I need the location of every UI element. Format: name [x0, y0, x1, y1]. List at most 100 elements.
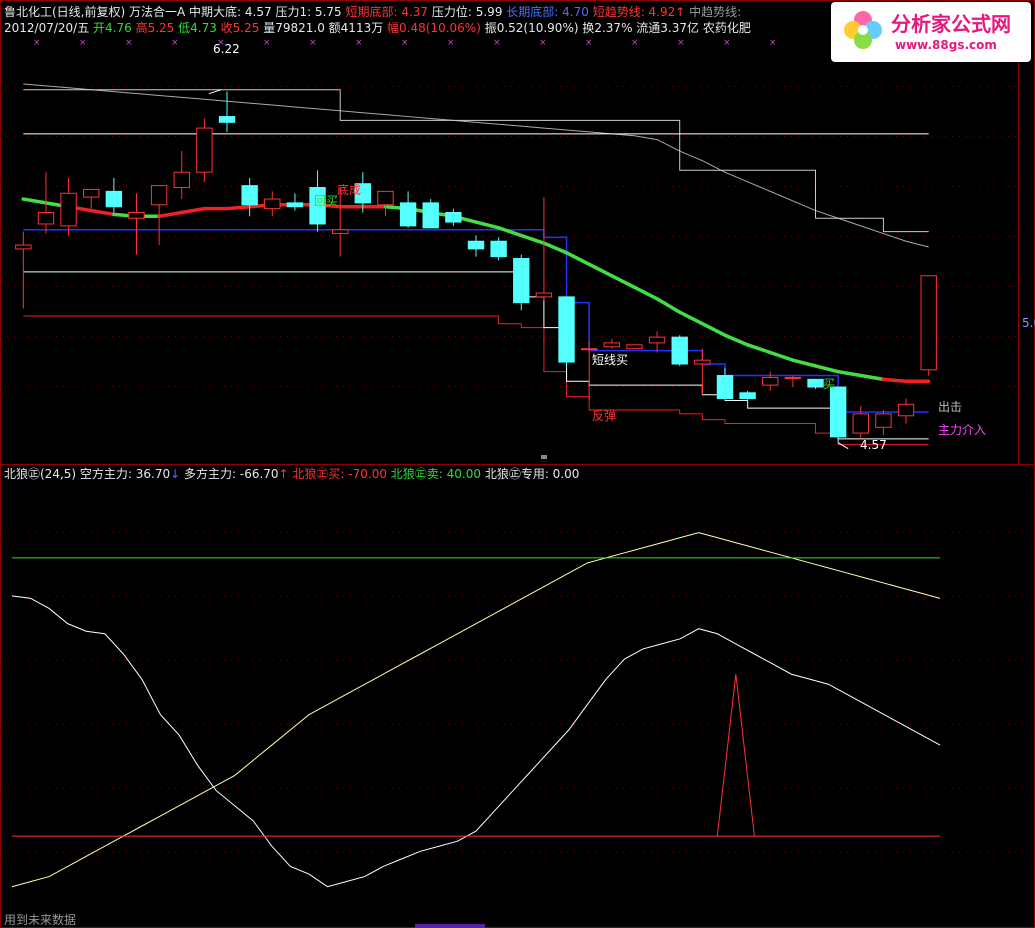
- candle-body-down: [671, 336, 688, 365]
- candle-body-up: [626, 344, 643, 350]
- indicator-header-seg-4: ↑: [278, 467, 289, 481]
- price-header-line-2: 2012/07/20/五 开4.76 高5.25 低4.73 收5.25 量79…: [4, 20, 751, 36]
- price-header-line-1: 鲁北化工(日线,前复权) 万法合一A 中期大底: 4.57 压力1: 5.75 …: [4, 4, 741, 20]
- marker-x: ×: [677, 38, 685, 48]
- ma-trend-segment: [655, 297, 682, 314]
- ma-trend-segment: [610, 274, 637, 290]
- label-mai: 买: [823, 377, 836, 391]
- scroll-indicator: [415, 924, 485, 928]
- candle-body-down: [829, 386, 847, 438]
- candle-body-up: [377, 190, 394, 206]
- ma-trend-segment: [180, 206, 207, 215]
- indicator-header-seg-6: 北狼㊣卖: 40.00: [386, 467, 481, 481]
- header-line1-seg-0: 鲁北化工(日线,前复权): [4, 5, 126, 19]
- ma-trend-segment: [813, 364, 840, 374]
- marker-x: ×: [447, 38, 455, 48]
- candle-body-down: [490, 240, 507, 258]
- indicator-header-seg-2: ↓: [170, 467, 181, 481]
- candle-body-up: [173, 171, 190, 189]
- chart-canvas: × × × × × × × × × × × × × × × × ×: [0, 0, 1035, 928]
- header-line2-seg-3: 低4.73: [174, 21, 217, 35]
- label-fantan: 反弹: [592, 409, 617, 423]
- header-line2-seg-0: 2012/07/20/五: [4, 21, 90, 35]
- candle-body-up: [875, 413, 892, 428]
- header-line2-seg-6: 额4113万: [324, 21, 384, 35]
- ma-trend-segment: [836, 369, 863, 378]
- candle-body-down: [399, 202, 417, 227]
- ma-trend-segment: [542, 241, 569, 255]
- candle-body-up: [37, 211, 55, 225]
- header-line1-seg-8: ↑: [675, 5, 686, 19]
- candle-body-down: [558, 296, 575, 363]
- logo-title: 分析家公式网: [891, 12, 1011, 36]
- candle-body-down: [286, 202, 304, 208]
- indicator-header: 北狼㊣(24,5) 空方主力: 36.70↓ 多方主力: -66.70↑ 北狼㊣…: [4, 466, 579, 482]
- candle-body-up: [648, 336, 666, 344]
- candle-body-down: [445, 211, 462, 223]
- ma-trend-segment: [632, 285, 659, 301]
- header-line2-seg-11: 农药化肥: [699, 21, 751, 35]
- marker-x: ×: [401, 38, 409, 48]
- label-huimai: 回买: [314, 194, 339, 208]
- candle-body-up: [83, 188, 100, 198]
- header-line2-seg-4: 收5.25: [216, 21, 260, 35]
- ma-trend-segment: [881, 377, 908, 384]
- ma-trend-segment: [157, 210, 184, 219]
- ma-trend-segment: [768, 350, 795, 362]
- marker-x: ×: [631, 38, 639, 48]
- indicator-header-seg-7: 北狼㊣专用: 0.00: [481, 467, 580, 481]
- marker-x: ×: [355, 38, 363, 48]
- candle-body-up: [694, 359, 711, 365]
- candle-body-up: [784, 376, 802, 379]
- ma-trend-segment: [89, 208, 116, 217]
- label-duanxianmai: 短线买: [592, 353, 629, 367]
- indicator-series-1: [11, 532, 941, 888]
- low-price-label: 4.57: [860, 438, 887, 452]
- marker-x: ×: [539, 38, 547, 48]
- candle-body-down: [807, 378, 824, 388]
- logo-url: www.88gs.com: [895, 38, 997, 52]
- header-line2-seg-1: 开4.76: [89, 21, 132, 35]
- header-line2-seg-9: 换2.37%: [578, 21, 633, 35]
- ma-trend-segment: [859, 373, 886, 382]
- indicator-series-0: [11, 595, 941, 888]
- header-line1-seg-4: 短期底部: 4.37: [341, 5, 429, 19]
- flower-icon: [844, 11, 882, 49]
- high-pointer: [208, 89, 222, 95]
- header-line2-seg-2: 高5.25: [131, 21, 175, 35]
- marker-x: ×: [33, 38, 41, 48]
- header-line2-seg-5: 量79821.0: [259, 21, 325, 35]
- candle-body-down: [467, 240, 485, 250]
- high-price-label: 6.22: [213, 42, 240, 56]
- header-line1-seg-9: 中趋势线:: [685, 5, 742, 19]
- candle-body-down: [716, 375, 734, 400]
- candle-body-down: [513, 258, 530, 304]
- marker-x: ×: [769, 38, 777, 48]
- label-zhulijieru: 主力介入: [938, 423, 987, 437]
- candle-body-down: [218, 116, 236, 123]
- header-line1-seg-6: 长期底部: 4.70: [502, 5, 589, 19]
- header-line2-seg-7: 幅0.48(10.06%): [383, 21, 481, 35]
- footer-note: 用到未来数据: [4, 913, 77, 927]
- site-logo: 分析家公式网 www.88gs.com: [831, 2, 1031, 62]
- header-line2-seg-8: 振0.52(10.90%): [480, 21, 579, 35]
- candle-body-down: [739, 392, 756, 400]
- candle-body-up: [196, 127, 213, 173]
- indicator-buy-spike: [716, 674, 755, 837]
- label-chuji: 出击: [938, 400, 963, 414]
- header-line1-seg-1: 万法合一A: [125, 5, 186, 19]
- indicator-header-seg-3: 多方主力: -66.70: [180, 467, 279, 481]
- ma-trend-segment: [474, 220, 501, 230]
- candle-body-up: [580, 348, 598, 351]
- ma-trend-segment: [564, 251, 591, 267]
- candle-body-up: [603, 342, 621, 348]
- marker-x: ×: [263, 38, 271, 48]
- candle-body-up: [15, 244, 32, 250]
- ma-trend-segment: [225, 204, 252, 211]
- header-line1-seg-3: 压力1: 5.75: [271, 5, 342, 19]
- candle-body-down: [105, 190, 123, 208]
- scroll-arrow-marker: [541, 455, 547, 459]
- ma-trend-segment: [587, 262, 614, 278]
- marker-x: ×: [79, 38, 87, 48]
- indicator-header-seg-0: 北狼㊣(24,5): [4, 467, 77, 481]
